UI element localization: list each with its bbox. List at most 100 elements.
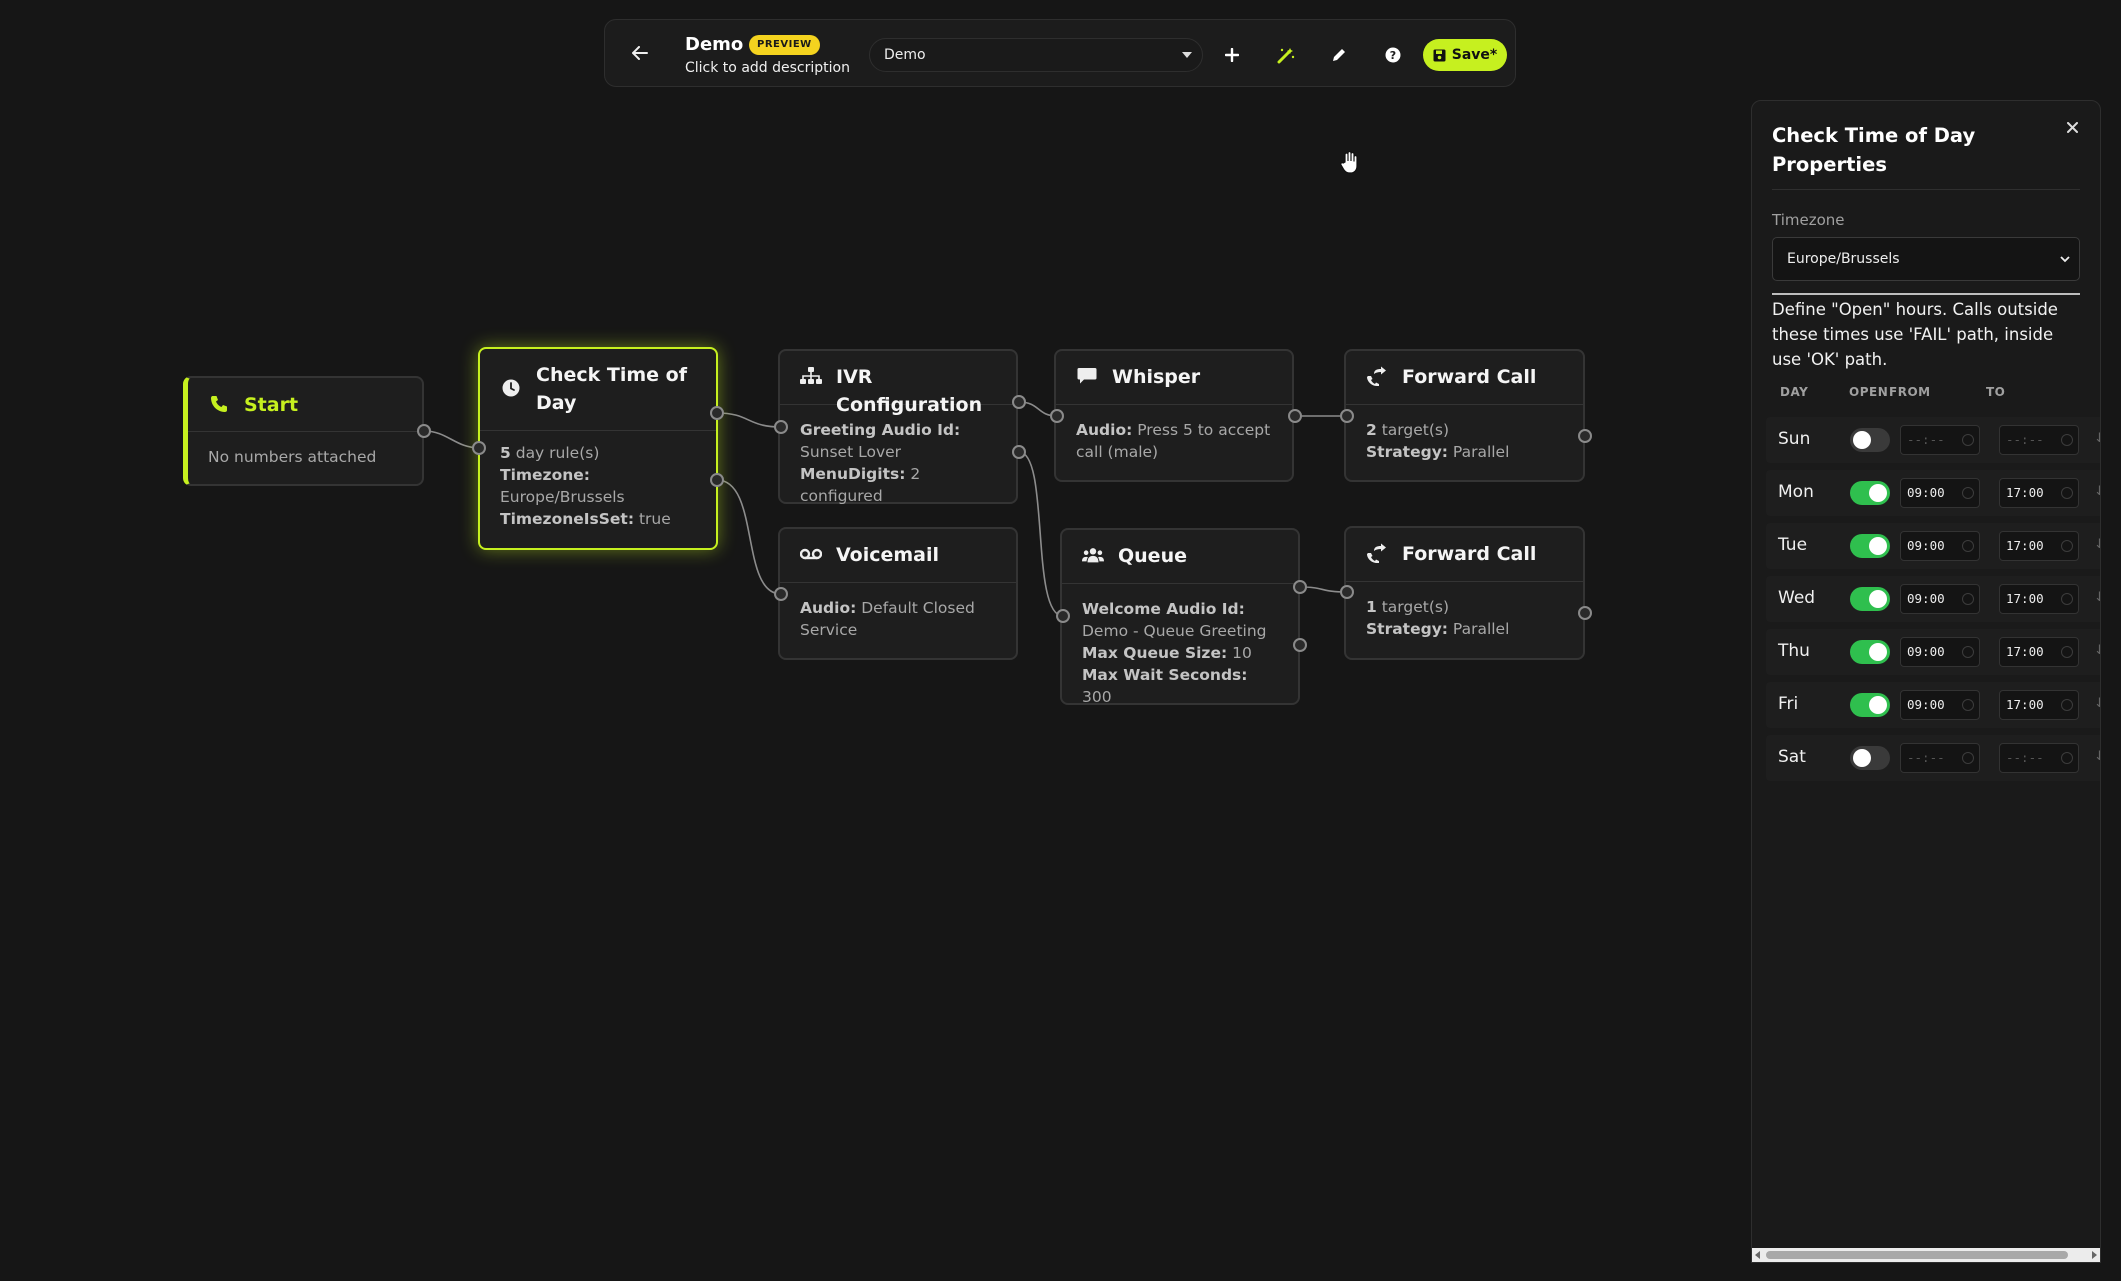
port-forward1-in[interactable] <box>1340 409 1354 423</box>
port-queue-out-2[interactable] <box>1293 638 1307 652</box>
scroll-right-icon[interactable] <box>2092 1251 2097 1259</box>
back-button[interactable] <box>625 38 655 68</box>
node-forward-call-2[interactable]: Forward Call 1 target(s) Strategy: Paral… <box>1344 526 1585 660</box>
row-actions-icon[interactable]: ↓ <box>2094 484 2100 499</box>
row-actions-icon[interactable]: ↓ <box>2094 590 2100 605</box>
node-title: Voicemail <box>836 544 940 566</box>
node-voicemail[interactable]: Voicemail Audio: Default Closed Service <box>778 527 1018 660</box>
scrollbar-thumb[interactable] <box>1766 1251 2068 1259</box>
help-button[interactable]: ? <box>1380 42 1406 68</box>
tzset-value: true <box>634 510 671 528</box>
clock-icon <box>1962 699 1974 711</box>
save-button[interactable]: Save* <box>1423 39 1507 71</box>
row-actions-icon[interactable]: ↓ <box>2094 749 2100 764</box>
magic-wand-button[interactable] <box>1273 42 1299 68</box>
row-actions-icon[interactable]: ↓ <box>2094 696 2100 711</box>
node-check-time-of-day[interactable]: Check Time of Day 5 day rule(s) Timezone… <box>478 347 718 550</box>
port-check-ok[interactable] <box>710 406 724 420</box>
sitemap-icon <box>800 365 822 387</box>
node-title: Queue <box>1118 545 1187 567</box>
from-time-value: 09:00 <box>1907 644 1945 659</box>
col-header-from: FROM <box>1889 385 1931 399</box>
port-whisper-in[interactable] <box>1050 409 1064 423</box>
welcome-value: Demo - Queue Greeting <box>1082 622 1267 640</box>
clock-icon <box>2061 434 2073 446</box>
port-check-fail[interactable] <box>710 473 724 487</box>
toggle-knob <box>1869 590 1887 608</box>
open-toggle[interactable] <box>1850 534 1890 558</box>
clock-icon <box>2061 593 2073 605</box>
day-name: Tue <box>1778 535 1808 555</box>
port-forward2-out[interactable] <box>1578 606 1592 620</box>
add-node-button[interactable] <box>1219 42 1245 68</box>
row-actions-icon[interactable]: ↓ <box>2094 431 2100 446</box>
open-toggle[interactable] <box>1850 640 1890 664</box>
port-forward2-in[interactable] <box>1340 585 1354 599</box>
audio-line: Audio: Default Closed Service <box>800 597 996 641</box>
clock-icon <box>1962 752 1974 764</box>
from-time-input[interactable]: --:-- <box>1900 743 1980 773</box>
flow-toolbar: Demo PREVIEW Click to add description De… <box>604 19 1516 87</box>
close-icon <box>2066 121 2078 133</box>
open-toggle[interactable] <box>1850 587 1890 611</box>
port-ivr-in[interactable] <box>774 420 788 434</box>
pencil-icon <box>1333 49 1345 61</box>
node-queue[interactable]: Queue Welcome Audio Id: Demo - Queue Gre… <box>1060 528 1300 706</box>
from-time-input[interactable]: 09:00 <box>1900 637 1980 667</box>
port-voicemail-in[interactable] <box>774 587 788 601</box>
node-title: Forward Call <box>1402 543 1537 565</box>
node-title: Check Time of Day <box>536 364 687 414</box>
from-time-input[interactable]: 09:00 <box>1900 690 1980 720</box>
flow-title[interactable]: Demo <box>685 34 743 55</box>
plus-icon <box>1225 48 1239 62</box>
rules-line: 5 day rule(s) <box>500 442 696 464</box>
port-ivr-out-1[interactable] <box>1012 395 1026 409</box>
panel-title: Check Time of Day Properties <box>1772 124 1976 176</box>
from-time-value: --:-- <box>1907 432 1945 447</box>
port-whisper-out[interactable] <box>1288 409 1302 423</box>
scroll-left-icon[interactable] <box>1755 1251 1760 1259</box>
port-check-in[interactable] <box>472 441 486 455</box>
hand-cursor-icon <box>1340 150 1358 174</box>
timezone-line: Timezone: Europe/Brussels <box>500 464 696 508</box>
to-time-input[interactable]: 17:00 <box>1999 637 2079 667</box>
horizontal-scrollbar[interactable] <box>1752 1248 2100 1262</box>
from-time-input[interactable]: 09:00 <box>1900 478 1980 508</box>
port-start-out[interactable] <box>417 424 431 438</box>
node-whisper[interactable]: Whisper Audio: Press 5 to accept call (m… <box>1054 349 1294 482</box>
node-ivr-configuration[interactable]: IVR Configuration Greeting Audio Id: Sun… <box>778 349 1018 505</box>
port-forward1-out[interactable] <box>1578 429 1592 443</box>
close-button[interactable] <box>2062 117 2082 137</box>
clock-icon <box>1962 593 1974 605</box>
col-header-to: TO <box>1986 385 2006 399</box>
port-queue-in[interactable] <box>1056 609 1070 623</box>
to-time-input[interactable]: 17:00 <box>1999 531 2079 561</box>
port-queue-out-1[interactable] <box>1293 580 1307 594</box>
open-toggle[interactable] <box>1850 481 1890 505</box>
flow-select[interactable]: Demo <box>869 38 1203 72</box>
targets-count: 2 <box>1366 421 1377 439</box>
edit-button[interactable] <box>1326 42 1352 68</box>
to-time-input[interactable]: --:-- <box>1999 743 2079 773</box>
port-ivr-out-2[interactable] <box>1012 445 1026 459</box>
timezone-select[interactable]: Europe/Brussels <box>1772 237 2080 281</box>
from-time-input[interactable]: 09:00 <box>1900 531 1980 561</box>
strategy-label: Strategy: <box>1366 443 1448 461</box>
to-time-input[interactable]: 17:00 <box>1999 690 2079 720</box>
to-time-input[interactable]: --:-- <box>1999 425 2079 455</box>
flow-description[interactable]: Click to add description <box>685 60 850 76</box>
open-toggle[interactable] <box>1850 693 1890 717</box>
open-toggle[interactable] <box>1850 746 1890 770</box>
to-time-input[interactable]: 17:00 <box>1999 584 2079 614</box>
node-forward-call-1[interactable]: Forward Call 2 target(s) Strategy: Paral… <box>1344 349 1585 482</box>
node-start[interactable]: Start No numbers attached <box>183 376 424 486</box>
row-actions-icon[interactable]: ↓ <box>2094 537 2100 552</box>
to-time-input[interactable]: 17:00 <box>1999 478 2079 508</box>
row-actions-icon[interactable]: ↓ <box>2094 643 2100 658</box>
open-toggle[interactable] <box>1850 428 1890 452</box>
to-time-value: 17:00 <box>2006 485 2044 500</box>
greeting-label: Greeting Audio Id: <box>800 421 961 439</box>
from-time-input[interactable]: 09:00 <box>1900 584 1980 614</box>
from-time-input[interactable]: --:-- <box>1900 425 1980 455</box>
day-row: Sun --:-- --:-- ↓ <box>1766 417 2100 463</box>
